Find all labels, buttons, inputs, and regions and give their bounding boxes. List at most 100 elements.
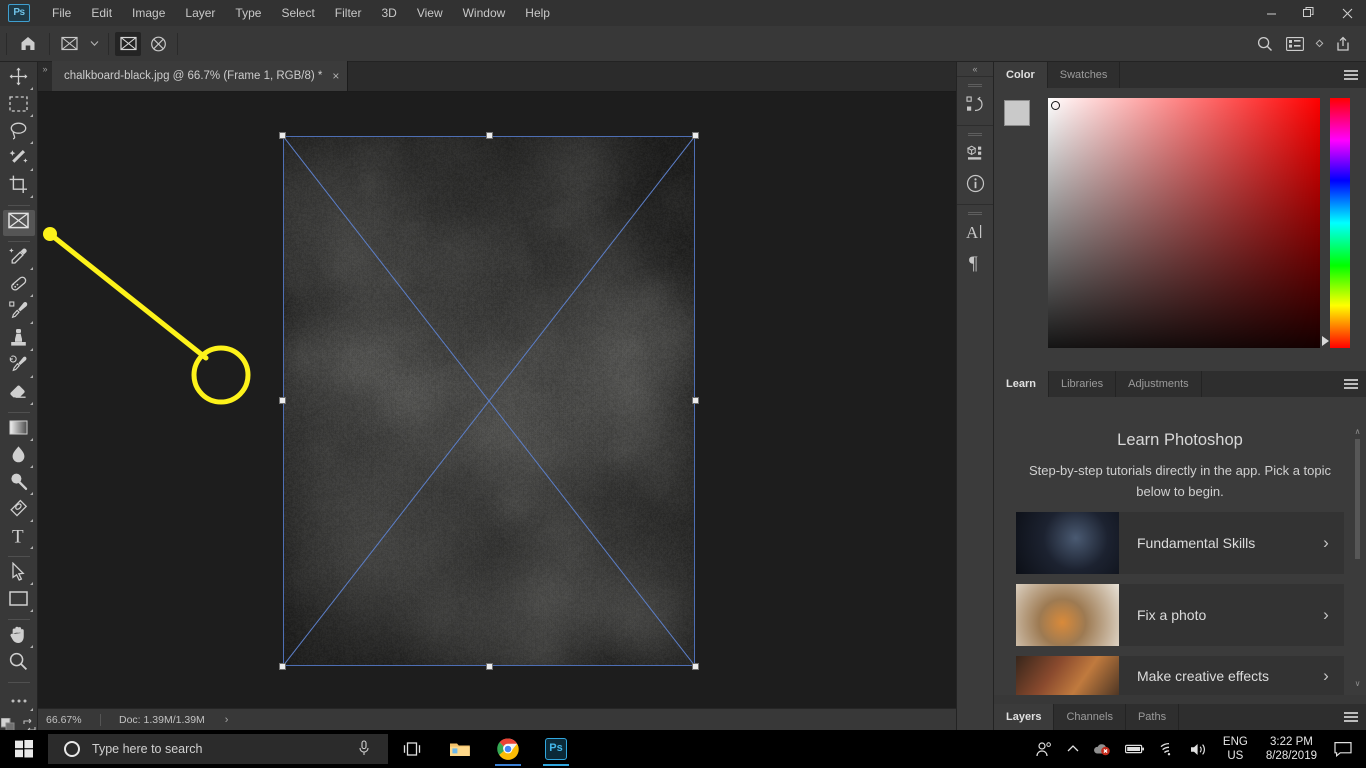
- microphone-icon[interactable]: [358, 740, 370, 759]
- frame-tool[interactable]: [3, 210, 35, 236]
- windows-start-icon[interactable]: [0, 730, 48, 768]
- scroll-thumb[interactable]: [1355, 439, 1360, 559]
- close-icon[interactable]: ×: [332, 69, 339, 83]
- chevron-right-icon[interactable]: ›: [1308, 666, 1344, 686]
- people-icon[interactable]: [1028, 741, 1060, 757]
- menu-item-view[interactable]: View: [407, 2, 453, 24]
- tab-learn[interactable]: Learn: [994, 371, 1049, 397]
- rectangular-frame-icon[interactable]: [115, 32, 141, 56]
- home-icon[interactable]: [13, 32, 43, 56]
- volume-icon[interactable]: [1183, 742, 1215, 757]
- menu-item-type[interactable]: Type: [225, 2, 271, 24]
- document-tab[interactable]: chalkboard-black.jpg @ 66.7% (Frame 1, R…: [52, 61, 348, 91]
- chevron-right-icon[interactable]: ›: [1308, 533, 1344, 553]
- crop-tool[interactable]: [3, 174, 35, 200]
- character-panel-icon[interactable]: A: [957, 217, 993, 247]
- elliptical-frame-icon[interactable]: [145, 32, 171, 56]
- selection-handle[interactable]: [692, 397, 699, 404]
- search-icon[interactable]: [1252, 32, 1278, 56]
- color-swatches[interactable]: [1002, 98, 1042, 138]
- learn-card[interactable]: Fix a photo ›: [1016, 584, 1344, 646]
- language-indicator[interactable]: ENG US: [1215, 735, 1256, 763]
- artboard[interactable]: [283, 136, 695, 666]
- frame-tool-icon[interactable]: [56, 32, 82, 56]
- chevron-down-icon[interactable]: [86, 32, 102, 56]
- paragraph-panel-icon[interactable]: ¶: [957, 247, 993, 277]
- pen-tool[interactable]: [3, 498, 35, 524]
- menu-item-filter[interactable]: Filter: [325, 2, 372, 24]
- selection-handle[interactable]: [279, 663, 286, 670]
- wifi-icon[interactable]: [1152, 742, 1183, 756]
- learn-card[interactable]: Make creative effects ›: [1016, 656, 1344, 695]
- foreground-color-swatch[interactable]: [1004, 100, 1030, 126]
- selection-handle[interactable]: [279, 397, 286, 404]
- tab-layers[interactable]: Layers: [994, 704, 1054, 730]
- brush-tool[interactable]: [3, 300, 35, 326]
- color-picker-marker[interactable]: [1051, 101, 1060, 110]
- gradient-tool[interactable]: [3, 417, 35, 443]
- arrange-documents-icon[interactable]: [1282, 32, 1308, 56]
- photoshop-button[interactable]: Ps: [532, 730, 580, 768]
- minimize-button[interactable]: [1252, 0, 1290, 26]
- panel-menu-icon[interactable]: [1344, 371, 1358, 397]
- restore-button[interactable]: [1290, 0, 1328, 26]
- action-center-icon[interactable]: [1327, 741, 1366, 757]
- chevron-down-icon[interactable]: [1312, 32, 1326, 56]
- eyedropper-tool[interactable]: [3, 246, 35, 272]
- collapse-panel-icon[interactable]: »: [38, 64, 52, 74]
- hue-slider[interactable]: [1330, 98, 1350, 348]
- file-explorer-button[interactable]: [436, 730, 484, 768]
- tab-channels[interactable]: Channels: [1054, 704, 1125, 730]
- eraser-tool[interactable]: [3, 381, 35, 407]
- scroll-down-icon[interactable]: ∨: [1353, 679, 1362, 689]
- menu-item-image[interactable]: Image: [122, 2, 175, 24]
- tab-swatches[interactable]: Swatches: [1048, 62, 1121, 88]
- menu-item-help[interactable]: Help: [515, 2, 560, 24]
- tab-libraries[interactable]: Libraries: [1049, 371, 1116, 397]
- close-button[interactable]: [1328, 0, 1366, 26]
- search-input[interactable]: Type here to search: [48, 734, 388, 764]
- more-tools-button[interactable]: [3, 687, 35, 713]
- type-tool[interactable]: T: [3, 525, 35, 551]
- menu-item-edit[interactable]: Edit: [81, 2, 122, 24]
- panel-menu-icon[interactable]: [1344, 62, 1358, 88]
- menu-item-3d[interactable]: 3D: [371, 2, 406, 24]
- onedrive-error-icon[interactable]: [1086, 742, 1118, 756]
- chrome-button[interactable]: [484, 730, 532, 768]
- canvas-area[interactable]: [38, 92, 956, 708]
- marquee-tool[interactable]: [3, 93, 35, 119]
- tab-adjustments[interactable]: Adjustments: [1116, 371, 1202, 397]
- clone-stamp-tool[interactable]: [3, 327, 35, 353]
- magic-wand-tool[interactable]: [3, 147, 35, 173]
- history-brush-tool[interactable]: [3, 354, 35, 380]
- tab-paths[interactable]: Paths: [1126, 704, 1179, 730]
- properties-panel-icon[interactable]: [957, 138, 993, 168]
- hue-slider-marker[interactable]: [1322, 336, 1329, 346]
- collapse-panels-icon[interactable]: «: [957, 62, 993, 76]
- chevron-right-icon[interactable]: ›: [1308, 605, 1344, 625]
- clock[interactable]: 3:22 PM 8/28/2019: [1256, 735, 1327, 763]
- move-tool[interactable]: [3, 66, 35, 92]
- menu-item-layer[interactable]: Layer: [175, 2, 225, 24]
- history-panel-icon[interactable]: [957, 89, 993, 119]
- panel-menu-icon[interactable]: [1344, 704, 1358, 730]
- dodge-tool[interactable]: [3, 471, 35, 497]
- battery-icon[interactable]: [1118, 743, 1152, 755]
- rectangle-tool[interactable]: [3, 588, 35, 614]
- learn-scrollbar[interactable]: ∧ ∨: [1353, 427, 1362, 689]
- menu-item-select[interactable]: Select: [271, 2, 324, 24]
- path-selection-tool[interactable]: [3, 561, 35, 587]
- tab-color[interactable]: Color: [994, 62, 1048, 88]
- share-icon[interactable]: [1330, 32, 1356, 56]
- task-view-button[interactable]: [388, 730, 436, 768]
- spot-healing-brush-tool[interactable]: [3, 273, 35, 299]
- learn-card[interactable]: Fundamental Skills ›: [1016, 512, 1344, 574]
- status-expand-icon[interactable]: ›: [205, 714, 229, 726]
- hand-tool[interactable]: [3, 624, 35, 650]
- show-hidden-icons-icon[interactable]: [1060, 744, 1086, 754]
- selection-handle[interactable]: [279, 132, 286, 139]
- menu-item-window[interactable]: Window: [453, 2, 516, 24]
- menu-item-file[interactable]: File: [42, 2, 81, 24]
- selection-handle[interactable]: [692, 663, 699, 670]
- selection-handle[interactable]: [486, 663, 493, 670]
